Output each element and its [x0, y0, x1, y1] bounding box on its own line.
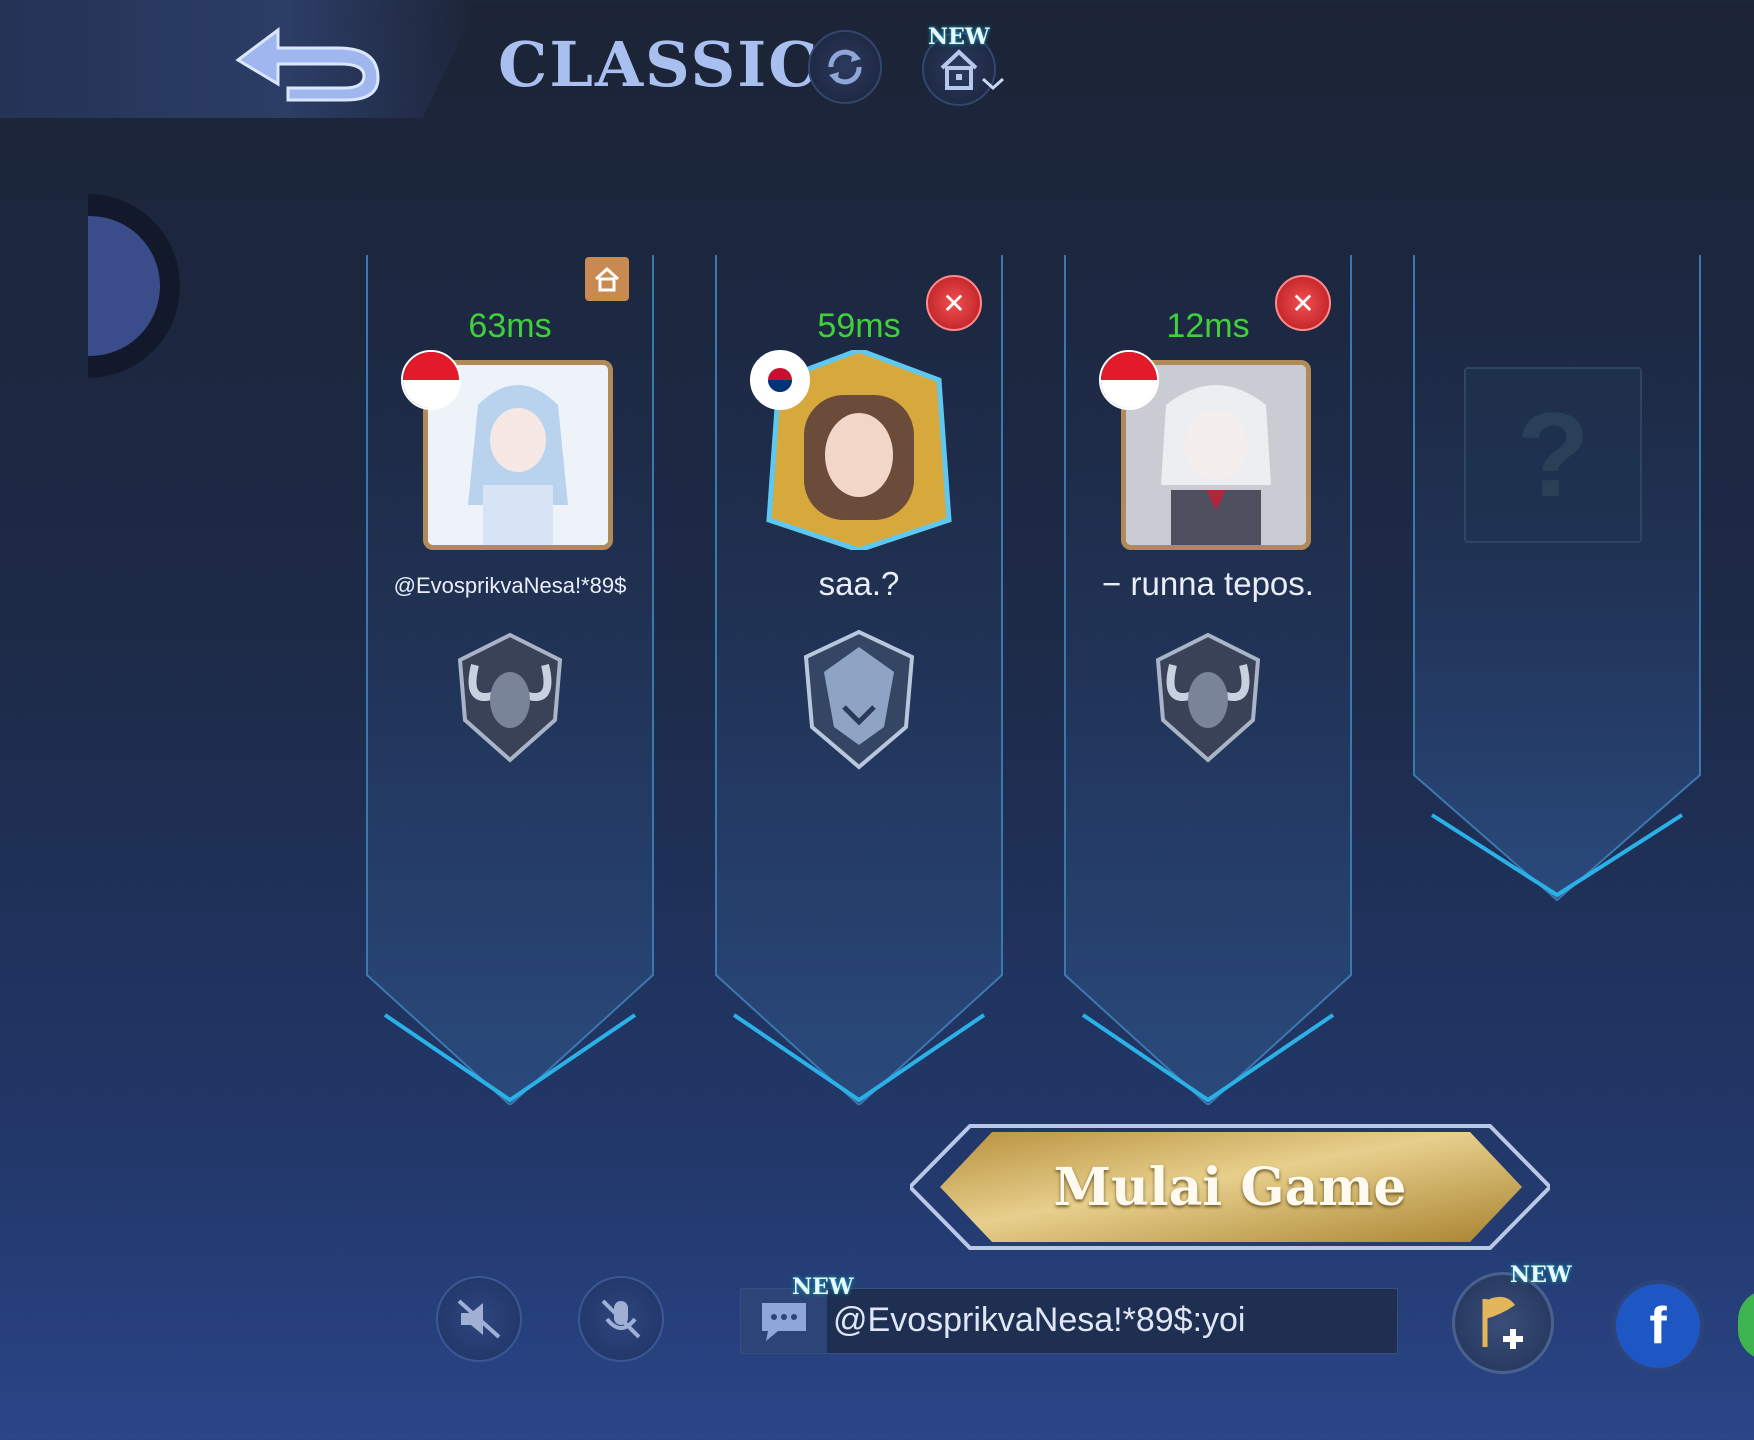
refresh-button[interactable]	[808, 30, 882, 104]
ram-rank-emblem-icon	[1155, 632, 1261, 763]
chat-new-badge: NEW	[792, 1274, 854, 1300]
host-badge	[585, 257, 629, 301]
chat-bubble-icon	[762, 1303, 806, 1341]
side-voice-panel[interactable]	[88, 194, 180, 384]
ping-value: 12ms	[1166, 307, 1250, 345]
share-button[interactable]	[1738, 1290, 1754, 1360]
player-name: saa.?	[818, 565, 900, 602]
wolf-rank-emblem-icon	[803, 629, 915, 770]
back-arrow-icon	[235, 27, 380, 102]
refresh-icon	[828, 49, 862, 85]
facebook-button[interactable]: f	[1612, 1280, 1704, 1372]
slot-banner	[1413, 255, 1701, 902]
player-slot-3[interactable]: ✕ 12ms − runna tepos.	[1063, 255, 1353, 1105]
player-name: − runna tepos.	[1102, 565, 1314, 602]
invite-new-badge: NEW	[1510, 1262, 1572, 1288]
player-name: @EvosprikvaNesa!*89$	[393, 573, 627, 598]
back-button[interactable]	[228, 18, 388, 108]
start-game-button[interactable]: Mulai Game	[907, 1122, 1553, 1252]
player-slot-2[interactable]: ✕ 59ms saa.?	[714, 255, 1004, 1105]
mic-mute-button[interactable]	[578, 1276, 664, 1362]
indonesia-flag-icon	[401, 350, 461, 410]
south-korea-flag-icon	[750, 350, 810, 410]
ram-rank-emblem-icon	[457, 632, 563, 763]
mode-title: CLASSIC	[498, 28, 820, 101]
flag-add-icon	[1482, 1296, 1523, 1349]
player-slot-1[interactable]: 63ms @EvosprikvaNesa!*89$	[365, 255, 655, 1105]
indonesia-flag-icon	[1099, 350, 1159, 410]
chat-last-message: @EvosprikvaNesa!*89$:yoi	[833, 1301, 1246, 1339]
empty-slot[interactable]: ?	[1412, 255, 1702, 905]
mic-muted-icon	[601, 1299, 641, 1339]
speaker-mute-button[interactable]	[436, 1276, 522, 1362]
host-house-icon	[594, 266, 620, 292]
empty-slot-placeholder: ?	[1464, 367, 1642, 543]
room-new-badge: NEW	[928, 24, 990, 50]
house-icon	[940, 49, 978, 90]
ping-value: 63ms	[468, 307, 552, 345]
ping-value: 59ms	[817, 307, 901, 345]
facebook-icon: f	[1649, 1297, 1667, 1355]
speaker-muted-icon	[457, 1299, 501, 1339]
start-game-label: Mulai Game	[1053, 1156, 1407, 1218]
chevron-down-icon	[981, 77, 1005, 91]
